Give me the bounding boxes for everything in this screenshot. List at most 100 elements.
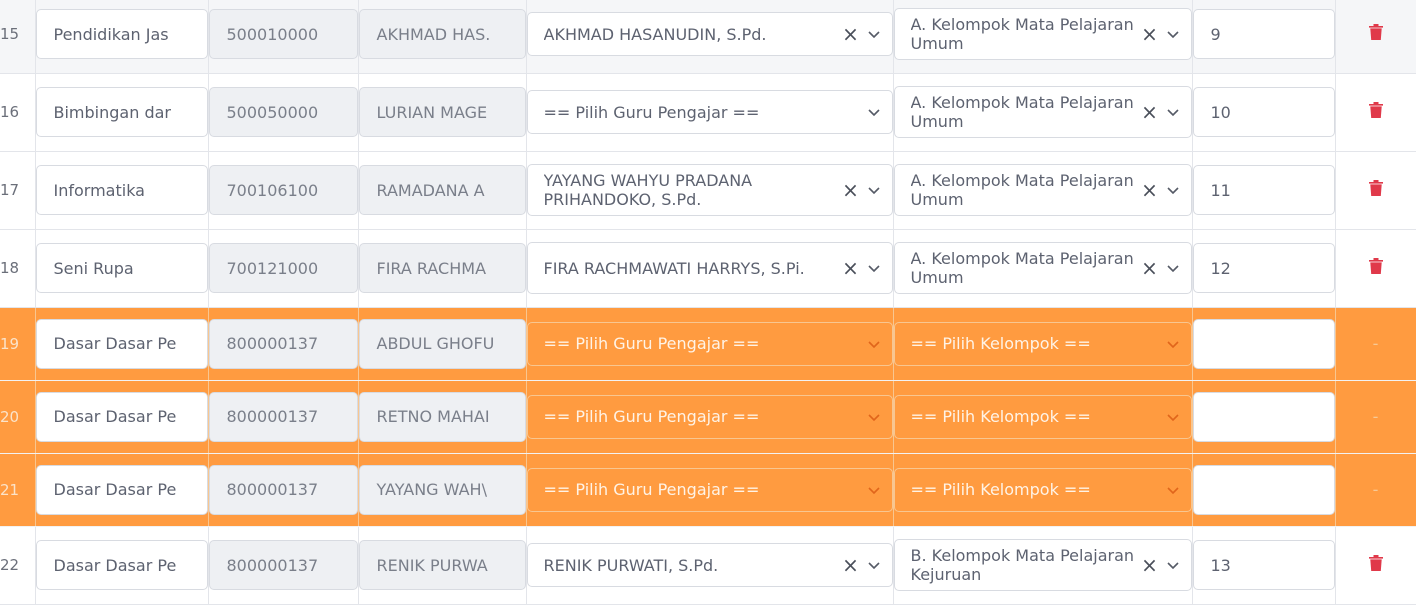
subject-code-field: 700106100 — [208, 165, 357, 215]
teacher-select[interactable]: FIRA RACHMAWATI HARRYS, S.Pi. × — [526, 242, 892, 294]
teacher-select[interactable]: YAYANG WAHYU PRADANA PRIHANDOKO, S.Pd. × — [526, 164, 892, 216]
order-input[interactable]: 13 — [1192, 540, 1334, 590]
close-icon[interactable]: × — [840, 555, 862, 575]
order-input[interactable]: 11 — [1192, 165, 1334, 215]
subject-name-input[interactable]: Seni Rupa — [35, 243, 207, 293]
teacher-select-value: == Pilih Guru Pengajar == — [543, 407, 760, 426]
chevron-down-icon[interactable] — [866, 260, 882, 276]
row-number: 19 — [0, 307, 36, 381]
subject-code-field: 500050000 — [208, 87, 357, 137]
trash-icon[interactable] — [1368, 554, 1384, 572]
table-row: 17 Informatika 700106100 RAMADANA A YAYA… — [0, 151, 1416, 230]
no-action-dash: - — [1372, 334, 1379, 353]
teacher-select-value: YAYANG WAHYU PRADANA PRIHANDOKO, S.Pd. — [543, 171, 753, 209]
assigned-teacher-field: RAMADANA A — [358, 165, 525, 215]
close-icon[interactable]: × — [840, 24, 862, 44]
order-input[interactable]: 12 — [1192, 243, 1334, 293]
close-icon[interactable]: × — [840, 258, 862, 278]
group-select-value: == Pilih Kelompok == — [910, 480, 1091, 499]
teacher-select[interactable]: RENIK PURWATI, S.Pd. × — [526, 543, 892, 587]
chevron-down-icon[interactable] — [866, 409, 882, 425]
close-icon[interactable]: × — [1139, 258, 1161, 278]
chevron-down-icon[interactable] — [866, 182, 882, 198]
teacher-select-value: FIRA RACHMAWATI HARRYS, S.Pi. — [543, 258, 805, 278]
chevron-down-icon[interactable] — [1165, 182, 1181, 198]
teacher-select-value: AKHMAD HASANUDIN, S.Pd. — [543, 24, 767, 44]
order-input[interactable] — [1192, 391, 1334, 442]
close-icon[interactable]: × — [840, 180, 862, 200]
trash-icon[interactable] — [1368, 23, 1384, 41]
chevron-down-icon[interactable] — [866, 482, 882, 498]
teacher-select[interactable]: AKHMAD HASANUDIN, S.Pd. × — [526, 12, 892, 57]
group-select[interactable]: B. Kelompok Mata Pelajaran Kejuruan × — [893, 539, 1191, 591]
chevron-down-icon[interactable] — [866, 104, 882, 120]
close-icon[interactable]: × — [1139, 555, 1161, 575]
row-number: 22 — [0, 526, 36, 605]
chevron-down-icon[interactable] — [1165, 26, 1181, 42]
close-icon[interactable]: × — [1139, 102, 1161, 122]
subject-code-field: 700121000 — [208, 243, 357, 293]
chevron-down-icon[interactable] — [1165, 482, 1181, 498]
group-select[interactable]: A. Kelompok Mata Pelajaran Umum × — [893, 86, 1191, 138]
assigned-teacher-field: FIRA RACHMA — [358, 243, 525, 293]
chevron-down-icon[interactable] — [1165, 557, 1181, 573]
teacher-select-value: == Pilih Guru Pengajar == — [543, 334, 760, 353]
teacher-select[interactable]: == Pilih Guru Pengajar == — [526, 90, 892, 134]
chevron-down-icon[interactable] — [1165, 336, 1181, 352]
close-icon[interactable]: × — [1139, 24, 1161, 44]
table-row: 15 Pendidikan Jas 500010000 AKHMAD HAS. … — [0, 0, 1416, 74]
trash-icon[interactable] — [1368, 257, 1384, 275]
chevron-down-icon[interactable] — [1165, 409, 1181, 425]
assigned-teacher-field: AKHMAD HAS. — [358, 9, 525, 60]
subject-code-field: 800000137 — [208, 464, 357, 515]
chevron-down-icon[interactable] — [1165, 104, 1181, 120]
order-input[interactable]: 9 — [1192, 9, 1334, 60]
row-number: 20 — [0, 380, 36, 454]
row-number: 21 — [0, 453, 36, 527]
group-select[interactable]: == Pilih Kelompok == — [893, 394, 1191, 439]
assigned-teacher-field: RENIK PURWA — [358, 540, 525, 590]
subject-code-field: 800000137 — [208, 540, 357, 590]
row-number: 18 — [0, 229, 36, 308]
group-select-value: == Pilih Kelompok == — [910, 334, 1091, 353]
trash-icon[interactable] — [1368, 101, 1384, 119]
group-select[interactable]: A. Kelompok Mata Pelajaran Umum × — [893, 8, 1191, 61]
group-select-value: B. Kelompok Mata Pelajaran Kejuruan — [910, 546, 1135, 584]
assigned-teacher-field: YAYANG WAH\ — [358, 464, 525, 515]
table-row-unassigned: 21 Dasar Dasar Pe 800000137 YAYANG WAH\ … — [0, 453, 1416, 527]
subject-name-input[interactable]: Dasar Dasar Pe — [35, 318, 207, 369]
assigned-teacher-field: LURIAN MAGE — [358, 87, 525, 137]
order-input[interactable]: 10 — [1192, 87, 1334, 137]
assigned-teacher-field: RETNO MAHAI — [358, 391, 525, 442]
group-select[interactable]: A. Kelompok Mata Pelajaran Umum × — [893, 242, 1191, 294]
order-input[interactable] — [1192, 464, 1334, 515]
subject-name-input[interactable]: Bimbingan dar — [35, 87, 207, 137]
teacher-select-value: == Pilih Guru Pengajar == — [543, 102, 760, 122]
group-select-value: A. Kelompok Mata Pelajaran Umum — [910, 15, 1134, 54]
order-input[interactable] — [1192, 318, 1334, 369]
teacher-select[interactable]: == Pilih Guru Pengajar == — [526, 321, 892, 366]
subject-name-input[interactable]: Dasar Dasar Pe — [35, 540, 207, 590]
row-number: 17 — [0, 151, 36, 230]
table-row: 18 Seni Rupa 700121000 FIRA RACHMA FIRA … — [0, 229, 1416, 308]
chevron-down-icon[interactable] — [866, 336, 882, 352]
table-row: 16 Bimbingan dar 500050000 LURIAN MAGE =… — [0, 73, 1416, 152]
chevron-down-icon[interactable] — [866, 557, 882, 573]
table-row-unassigned: 19 Dasar Dasar Pe 800000137 ABDUL GHOFU … — [0, 307, 1416, 381]
group-select[interactable]: == Pilih Kelompok == — [893, 321, 1191, 366]
chevron-down-icon[interactable] — [866, 26, 882, 42]
close-icon[interactable]: × — [1139, 180, 1161, 200]
chevron-down-icon[interactable] — [1165, 260, 1181, 276]
teacher-select[interactable]: == Pilih Guru Pengajar == — [526, 394, 892, 439]
subject-teacher-table: 15 Pendidikan Jas 500010000 AKHMAD HAS. … — [0, 0, 1416, 605]
subject-name-input[interactable]: Pendidikan Jas — [35, 9, 207, 60]
teacher-select[interactable]: == Pilih Guru Pengajar == — [526, 467, 892, 512]
group-select[interactable]: A. Kelompok Mata Pelajaran Umum × — [893, 164, 1191, 216]
group-select-value: A. Kelompok Mata Pelajaran Umum — [910, 171, 1134, 209]
subject-name-input[interactable]: Dasar Dasar Pe — [35, 464, 207, 515]
assigned-teacher-field: ABDUL GHOFU — [358, 318, 525, 369]
subject-name-input[interactable]: Dasar Dasar Pe — [35, 391, 207, 442]
trash-icon[interactable] — [1368, 179, 1384, 197]
group-select[interactable]: == Pilih Kelompok == — [893, 467, 1191, 512]
subject-name-input[interactable]: Informatika — [35, 165, 207, 215]
